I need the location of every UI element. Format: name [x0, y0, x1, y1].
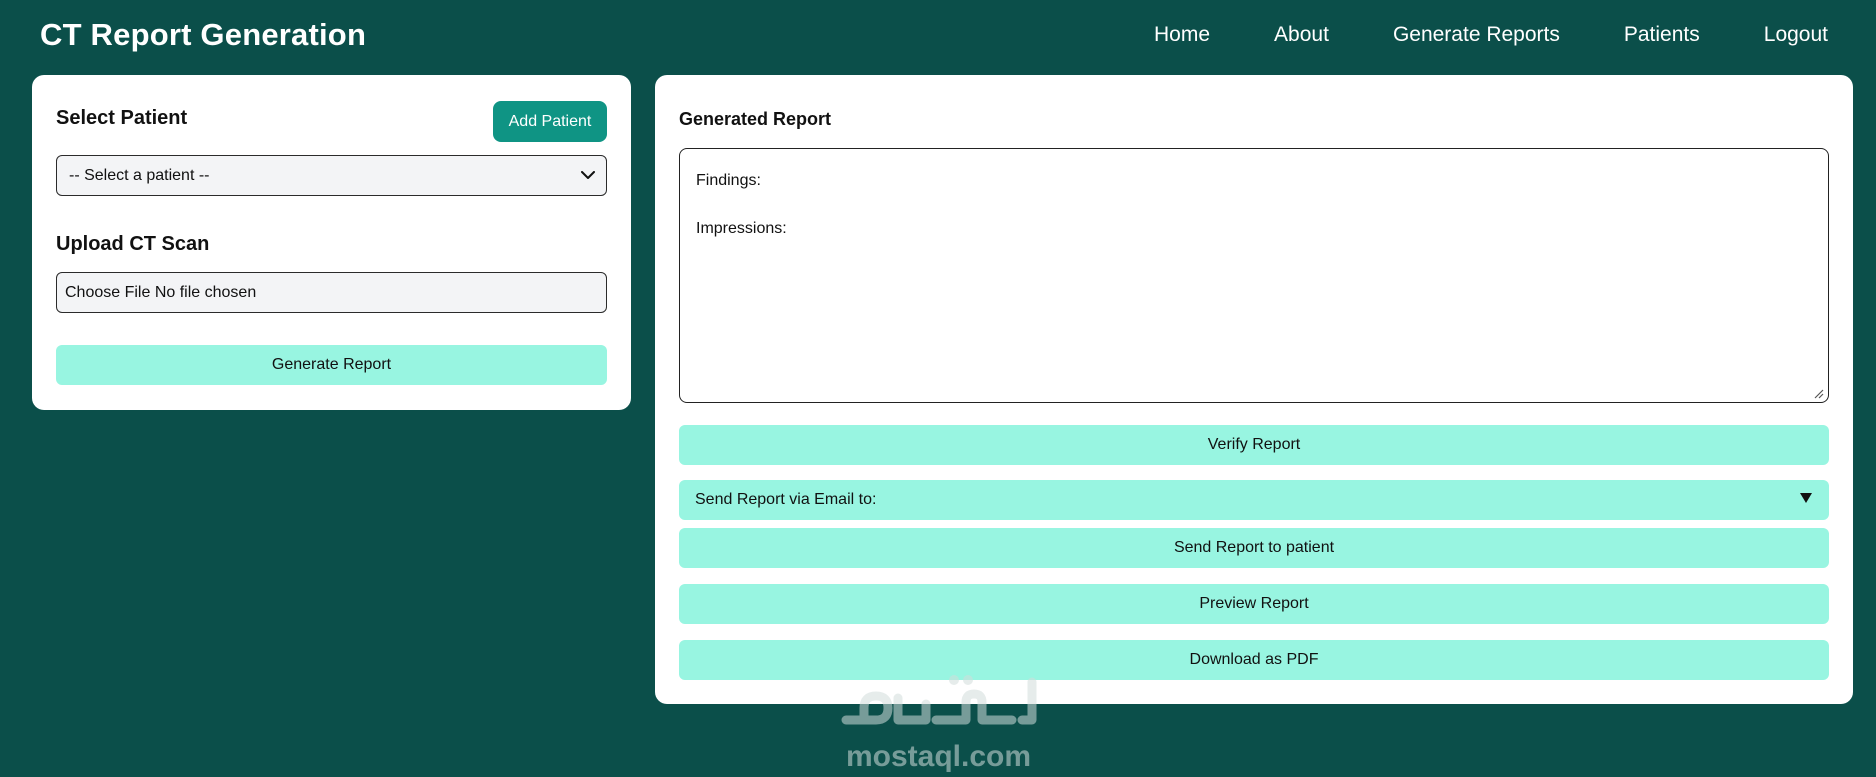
- nav-patients[interactable]: Patients: [1624, 23, 1700, 47]
- select-patient-header: Select Patient Add Patient: [56, 99, 607, 142]
- report-findings-line: Findings:: [696, 172, 761, 189]
- nav-generate-reports[interactable]: Generate Reports: [1393, 23, 1560, 47]
- ct-file-input[interactable]: Choose File No file chosen: [56, 272, 607, 313]
- patient-select[interactable]: -- Select a patient --: [56, 155, 607, 196]
- send-report-button[interactable]: Send Report to patient: [679, 528, 1829, 568]
- report-panel: Generated Report Findings: Impressions: …: [655, 75, 1853, 704]
- generated-report-title: Generated Report: [679, 109, 832, 129]
- preview-report-button[interactable]: Preview Report: [679, 584, 1829, 624]
- report-impressions-line: Impressions:: [696, 220, 787, 237]
- mostaql-logo-icon: [836, 668, 1041, 738]
- report-line-gap: [696, 193, 1812, 217]
- top-nav-bar: CT Report Generation Home About Generate…: [0, 0, 1876, 70]
- patient-panel: Select Patient Add Patient -- Select a p…: [32, 75, 631, 410]
- app-root: CT Report Generation Home About Generate…: [0, 0, 1876, 777]
- app-title: CT Report Generation: [40, 17, 367, 52]
- add-patient-button[interactable]: Add Patient: [493, 101, 607, 142]
- resize-handle-icon[interactable]: [1812, 386, 1824, 399]
- file-input-text: Choose File No file chosen: [65, 283, 257, 301]
- main-nav: Home About Generate Reports Patients Log…: [1154, 23, 1828, 47]
- patient-select-value: -- Select a patient --: [69, 166, 210, 184]
- generate-report-button[interactable]: Generate Report: [56, 345, 607, 385]
- send-email-label: Send Report via Email to:: [695, 491, 877, 508]
- select-patient-title: Select Patient: [56, 107, 188, 129]
- chevron-down-icon: [580, 168, 596, 184]
- watermark-text: mostaql.com: [845, 740, 1032, 773]
- verify-report-button[interactable]: Verify Report: [679, 425, 1829, 465]
- upload-ct-title: Upload CT Scan: [56, 233, 210, 255]
- report-textarea[interactable]: Findings: Impressions:: [679, 148, 1829, 403]
- nav-about[interactable]: About: [1274, 23, 1329, 47]
- send-email-dropdown[interactable]: Send Report via Email to:: [679, 480, 1829, 520]
- triangle-down-icon: [1799, 491, 1813, 509]
- watermark: mostaql.com: [836, 668, 1041, 774]
- nav-logout[interactable]: Logout: [1764, 23, 1828, 47]
- nav-home[interactable]: Home: [1154, 23, 1210, 47]
